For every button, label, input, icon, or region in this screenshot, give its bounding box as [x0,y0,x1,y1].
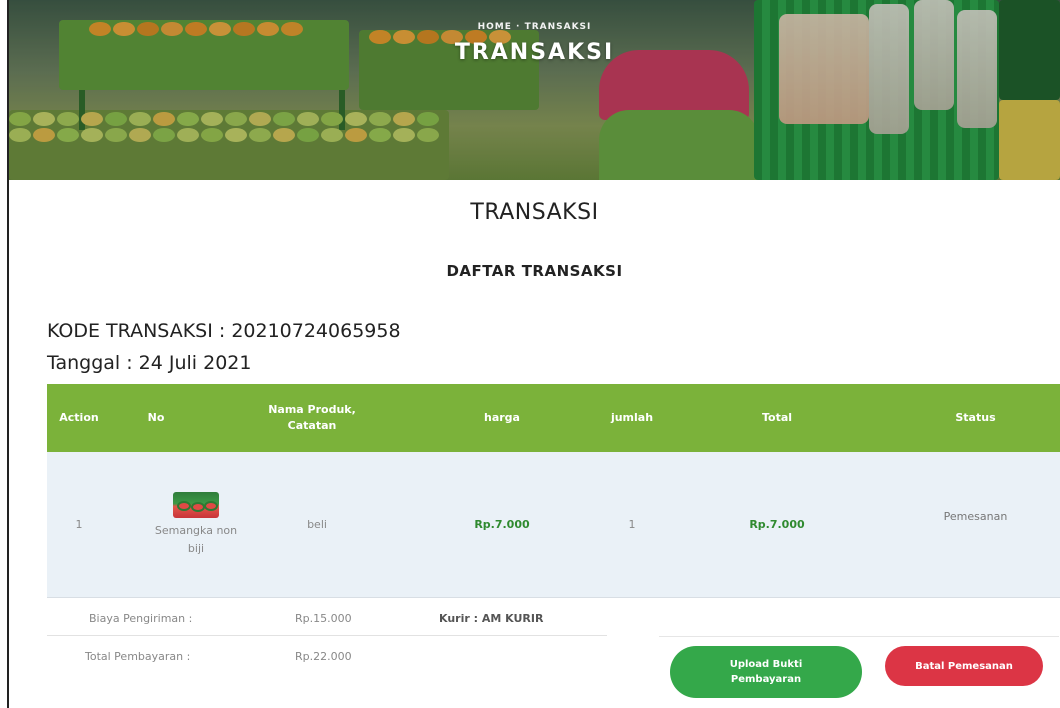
cell-total: Rp.7.000 [749,518,805,532]
upload-button-label: Upload Bukti Pembayaran [730,657,803,687]
cancel-order-button[interactable]: Batal Pemesanan [885,646,1043,686]
transaction-code: KODE TRANSAKSI : 20210724065958 [47,320,401,342]
cell-product[interactable]: Semangka non biji [111,452,281,598]
header-no: No [147,410,165,424]
cell-status: Pemesanan [943,510,1008,524]
cell-action: 1 [75,518,83,532]
table-header: Action No Nama Produk, Catatan harga jum… [47,384,1060,452]
page-title: TRANSAKSI [470,200,599,225]
total-payment-row: Total Pembayaran : Rp.22.000 [47,638,607,674]
cell-catatan: beli [307,518,327,532]
header-total: Total [761,410,793,424]
header-nama-produk: Nama Produk, Catatan [237,384,387,452]
header-harga: harga [484,410,520,424]
total-payment-label: Total Pembayaran : [85,650,191,663]
table-row: 1 Semangka non biji beli Rp.7.000 1 Rp.7… [47,452,1060,598]
product-name-line2: biji [187,542,205,555]
upload-label-line2: Pembayaran [730,674,802,685]
total-payment-value: Rp.22.000 [295,650,352,663]
shipping-cost-value: Rp.15.000 [295,612,352,625]
shipping-cost-label: Biaya Pengiriman : [89,612,193,625]
action-divider [659,636,1059,637]
header-status: Status [955,410,996,424]
cell-jumlah: 1 [628,518,636,532]
shipping-cost-row: Biaya Pengiriman : Rp.15.000 Kurir : AM … [47,600,607,636]
courier-label: Kurir : AM KURIR [439,612,544,625]
product-thumbnail [173,492,219,519]
header-nama-line1: Nama Produk, [268,402,356,416]
upload-label-line1: Upload Bukti [729,659,803,670]
header-nama-line2: Catatan [287,419,337,432]
hero-banner: HOME · TRANSAKSI TRANSAKSI [9,0,1060,180]
upload-proof-button[interactable]: Upload Bukti Pembayaran [670,646,862,698]
transaction-date: Tanggal : 24 Juli 2021 [47,352,252,374]
page-frame: HOME · TRANSAKSI TRANSAKSI TRANSAKSI DAF… [7,0,1060,708]
hero-title: TRANSAKSI [454,40,615,65]
breadcrumb[interactable]: HOME · TRANSAKSI [9,22,1060,32]
cell-harga: Rp.7.000 [474,518,530,532]
header-action: Action [59,410,99,424]
header-jumlah: jumlah [610,410,654,424]
list-title: DAFTAR TRANSAKSI [446,262,623,280]
product-name-line1: Semangka non [154,524,238,538]
